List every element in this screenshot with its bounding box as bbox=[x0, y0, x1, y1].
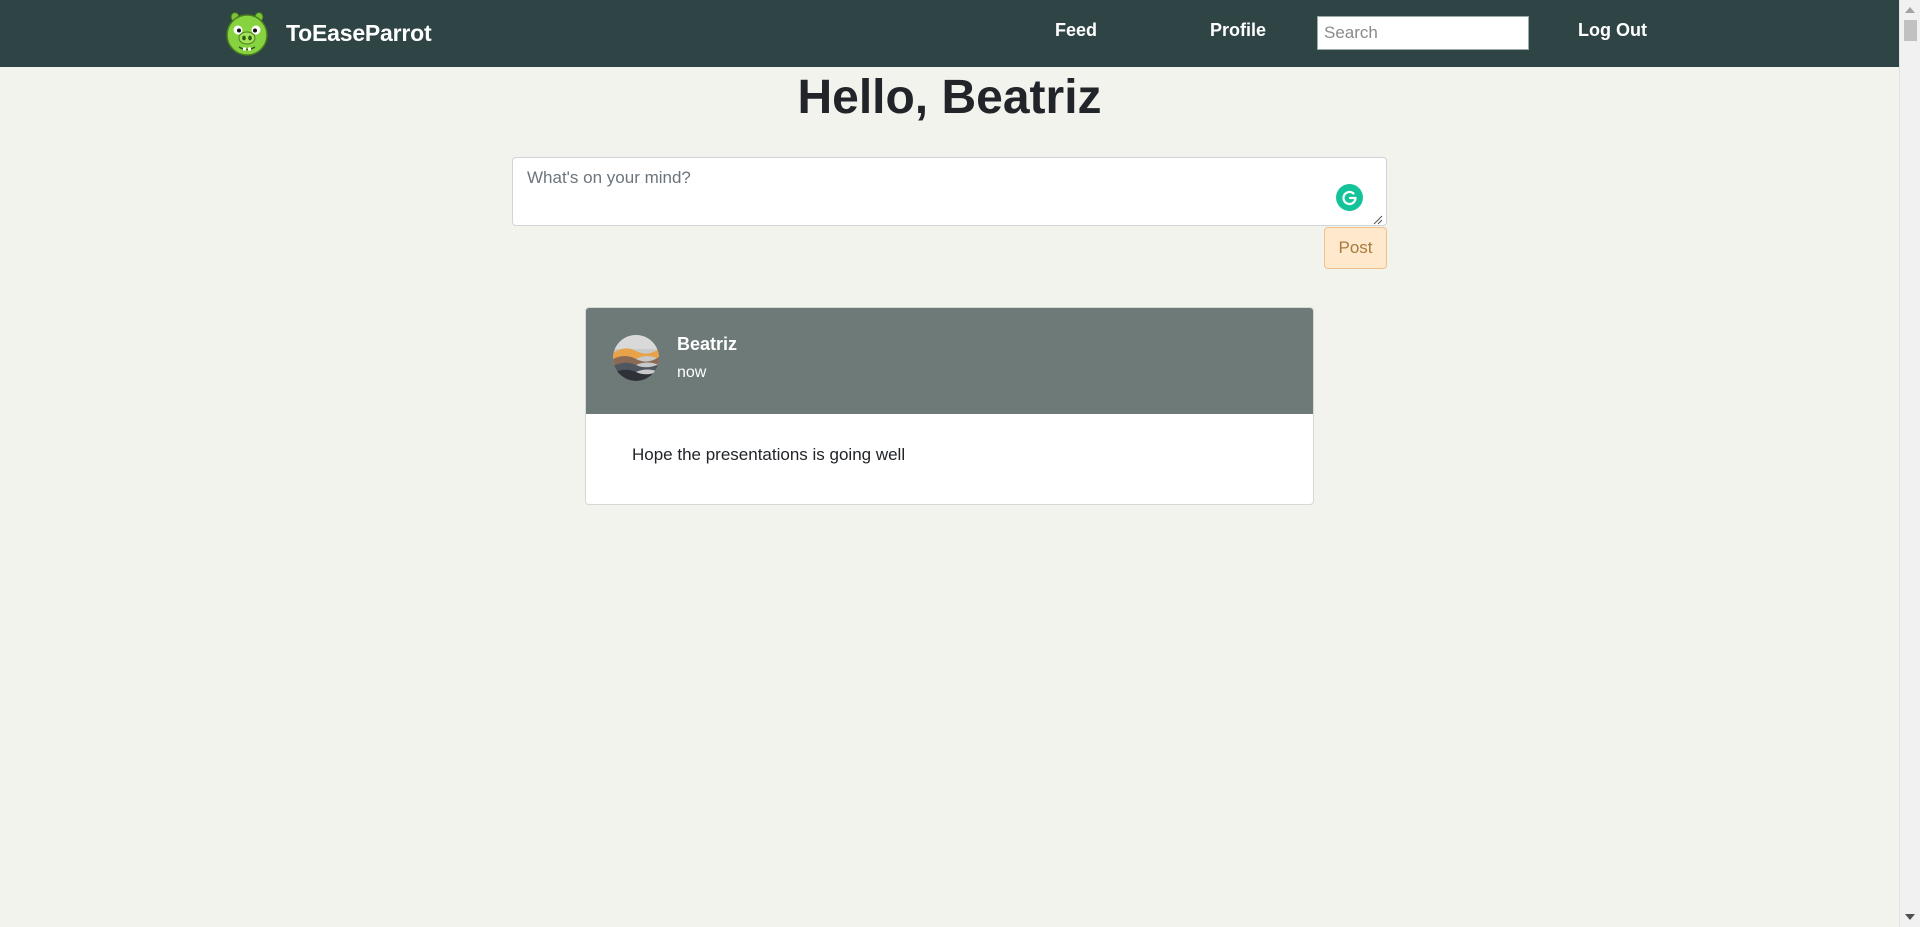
post-timestamp: now bbox=[677, 364, 707, 381]
post-header: Beatriz now bbox=[586, 308, 1313, 414]
scroll-up-arrow-icon[interactable] bbox=[1905, 7, 1915, 13]
app-viewport: ToEaseParrot Feed Profile Log Out Hello,… bbox=[0, 0, 1920, 927]
grammarly-icon[interactable] bbox=[1336, 184, 1363, 211]
search-input[interactable] bbox=[1317, 16, 1529, 50]
post-content: Hope the presentations is going well bbox=[632, 445, 906, 464]
post-card: Beatriz now Hope the presentations is go… bbox=[585, 307, 1314, 505]
page-greeting: Hello, Beatriz bbox=[797, 71, 1102, 124]
logout-link[interactable]: Log Out bbox=[1578, 20, 1647, 41]
resize-handle-icon[interactable] bbox=[1373, 212, 1383, 225]
avatar[interactable] bbox=[613, 335, 659, 381]
composer-placeholder: What's on your mind? bbox=[527, 168, 691, 187]
nav-profile-link[interactable]: Profile bbox=[1210, 20, 1266, 41]
green-pig-logo-icon bbox=[224, 10, 270, 56]
brand-title: ToEaseParrot bbox=[286, 19, 432, 46]
brand[interactable]: ToEaseParrot bbox=[224, 9, 432, 57]
nav-feed-link[interactable]: Feed bbox=[1055, 20, 1097, 41]
top-navbar: ToEaseParrot Feed Profile Log Out bbox=[0, 0, 1899, 67]
post-composer-textarea[interactable]: What's on your mind? bbox=[512, 157, 1387, 226]
post-author[interactable]: Beatriz bbox=[677, 334, 737, 355]
scroll-down-arrow-icon[interactable] bbox=[1905, 914, 1915, 920]
page-scrollbar[interactable] bbox=[1899, 0, 1920, 927]
scroll-thumb[interactable] bbox=[1904, 20, 1917, 41]
post-button[interactable]: Post bbox=[1324, 227, 1387, 269]
